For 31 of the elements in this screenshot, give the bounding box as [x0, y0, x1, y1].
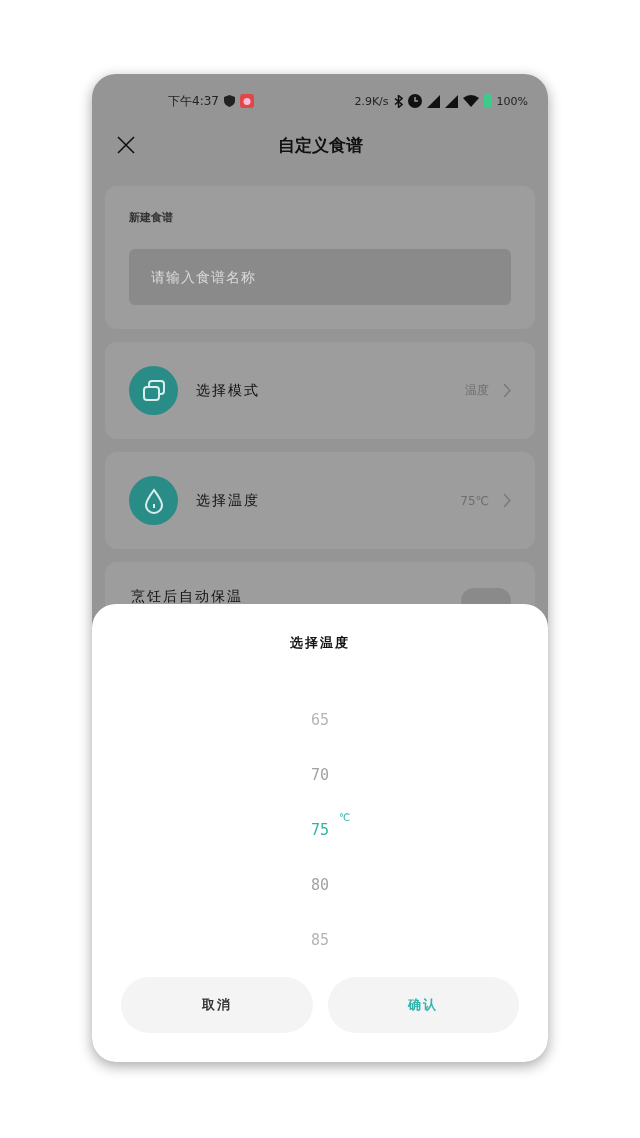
setting-label: 选择温度: [196, 491, 260, 510]
signal-icon: [444, 94, 458, 108]
picker-option[interactable]: 75: [310, 820, 330, 839]
setting-label: 烹饪后自动保温: [131, 588, 243, 606]
picker-option[interactable]: 65: [310, 710, 330, 729]
cancel-button[interactable]: 取消: [121, 977, 313, 1033]
chevron-right-icon: [503, 383, 511, 398]
status-time: 下午4:37: [168, 92, 219, 110]
shield-icon: [223, 95, 235, 107]
sheet-title: 选择温度: [289, 634, 351, 652]
app-notification-icon: [239, 94, 254, 108]
network-speed: 2.9K/s: [354, 94, 389, 108]
wifi-icon: [462, 95, 479, 107]
signal-icon: [426, 94, 440, 108]
confirm-button[interactable]: 确认: [327, 977, 519, 1033]
picker-option[interactable]: 80: [310, 875, 330, 894]
chevron-right-icon: [503, 493, 511, 508]
close-button[interactable]: [116, 135, 136, 155]
battery-icon: [483, 94, 492, 108]
setting-label: 选择模式: [196, 381, 260, 400]
layers-icon: [129, 366, 178, 415]
recipe-name-field[interactable]: 请输入食谱名称: [129, 249, 511, 305]
section-label: 新建食谱: [129, 210, 174, 225]
drop-icon: [129, 476, 178, 525]
bluetooth-icon: [393, 94, 403, 108]
picker-option[interactable]: 85: [310, 930, 330, 949]
picker-option[interactable]: 70: [310, 765, 330, 784]
unit-label: ℃: [338, 812, 351, 823]
battery-level: 100%: [496, 94, 528, 108]
clock-icon: [407, 94, 422, 108]
page-title: 自定义食谱: [277, 133, 363, 157]
